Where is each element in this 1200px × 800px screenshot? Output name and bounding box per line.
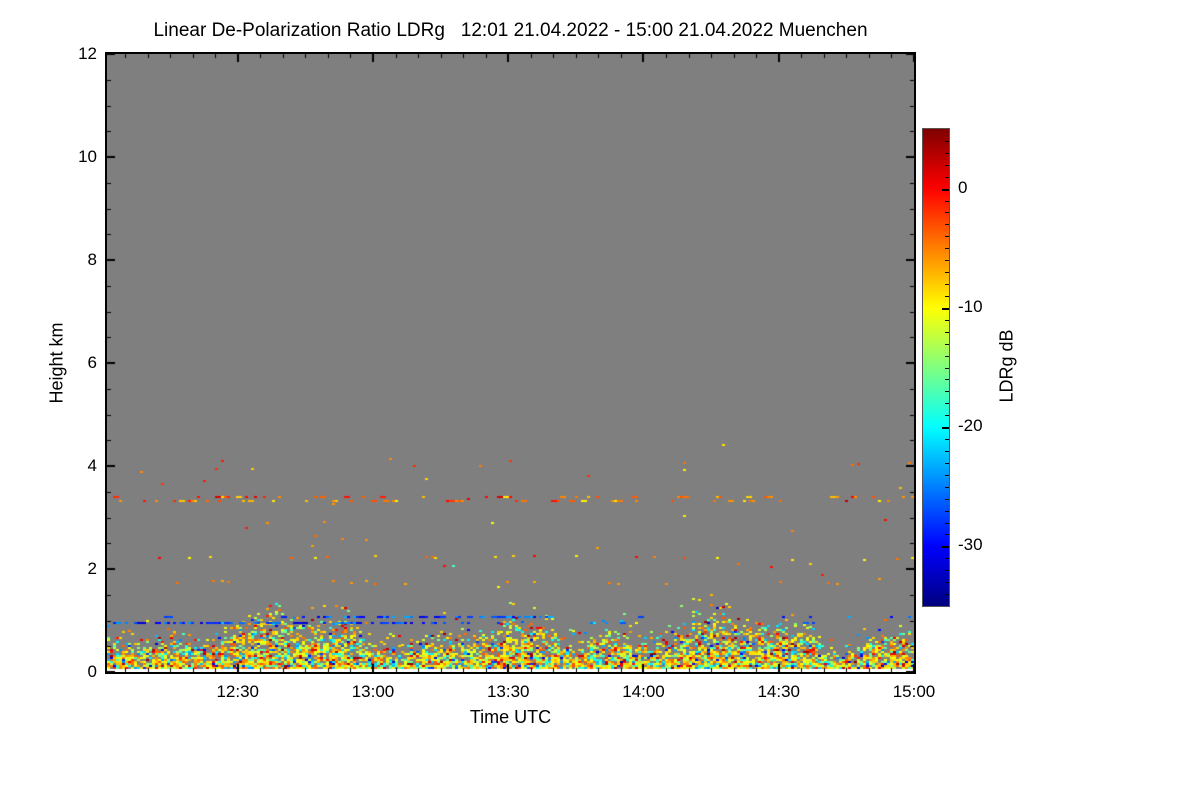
- colorbar-tick: [945, 523, 949, 524]
- colorbar-tick: [945, 379, 949, 380]
- x-tick-label: 13:00: [351, 682, 395, 701]
- colorbar-tick: [945, 570, 949, 571]
- y-tick-label: 12: [78, 44, 97, 63]
- colorbar-tick: [945, 439, 949, 440]
- colorbar-tick-label: 0: [958, 177, 968, 197]
- colorbar-tick: [945, 272, 949, 273]
- x-tick-label: 14:30: [757, 682, 800, 701]
- colorbar-tick-label: -30: [958, 535, 983, 555]
- figure: Linear De-Polarization Ratio LDRg 12:01 …: [0, 0, 1200, 800]
- x-axis-label: Time UTC: [469, 707, 552, 727]
- colorbar-tick: [945, 356, 949, 357]
- plot-area: [105, 52, 916, 674]
- colorbar-tick: [945, 451, 949, 452]
- colorbar-tick: [945, 248, 949, 249]
- x-tick-label: 15:00: [892, 682, 936, 701]
- y-tick-label: 8: [87, 250, 97, 269]
- y-tick-label: 0: [87, 662, 97, 681]
- colorbar-tick: [945, 487, 949, 488]
- colorbar-tick-label: -20: [958, 416, 983, 436]
- colorbar-tick: [945, 344, 949, 345]
- colorbar-tick: [945, 499, 949, 500]
- colorbar-tick: [945, 558, 949, 559]
- colorbar-tick: [945, 201, 949, 202]
- colorbar-tick: [945, 224, 949, 225]
- colorbar-tick: [945, 236, 949, 237]
- colorbar-tick: [945, 153, 949, 154]
- colorbar-tick: [945, 594, 949, 595]
- y-axis-label: Height km: [46, 322, 67, 404]
- colorbar: [922, 128, 950, 607]
- colorbar-tick: [945, 582, 949, 583]
- x-tick-label: 13:30: [486, 682, 530, 701]
- colorbar-tick: [945, 368, 949, 369]
- colorbar-tick: [942, 189, 949, 191]
- y-tick-label: 4: [87, 456, 97, 475]
- x-tick-label: 14:00: [622, 682, 665, 701]
- chart-title: Linear De-Polarization Ratio LDRg 12:01 …: [153, 20, 868, 41]
- colorbar-tick: [945, 511, 949, 512]
- plot-canvas: [107, 54, 914, 672]
- colorbar-tick: [945, 260, 949, 261]
- colorbar-tick: [945, 463, 949, 464]
- colorbar-tick-label: -10: [958, 296, 983, 316]
- colorbar-label: LDRg dB: [996, 329, 1017, 403]
- colorbar-tick: [945, 403, 949, 404]
- x-tick-label: 12:30: [216, 682, 259, 701]
- colorbar-tick: [945, 177, 949, 178]
- colorbar-tick: [945, 284, 949, 285]
- colorbar-tick: [945, 415, 949, 416]
- colorbar-tick: [945, 296, 949, 297]
- colorbar-tick: [945, 165, 949, 166]
- y-tick-label: 10: [78, 147, 97, 166]
- y-tick-label: 2: [87, 559, 97, 578]
- colorbar-tick: [945, 534, 949, 535]
- colorbar-tick: [945, 212, 949, 213]
- colorbar-tick: [945, 320, 949, 321]
- colorbar-tick: [942, 308, 949, 310]
- colorbar-tick: [942, 427, 949, 429]
- colorbar-tick: [942, 546, 949, 548]
- colorbar-tick: [945, 332, 949, 333]
- colorbar-tick: [945, 141, 949, 142]
- colorbar-tick: [945, 391, 949, 392]
- colorbar-tick: [945, 475, 949, 476]
